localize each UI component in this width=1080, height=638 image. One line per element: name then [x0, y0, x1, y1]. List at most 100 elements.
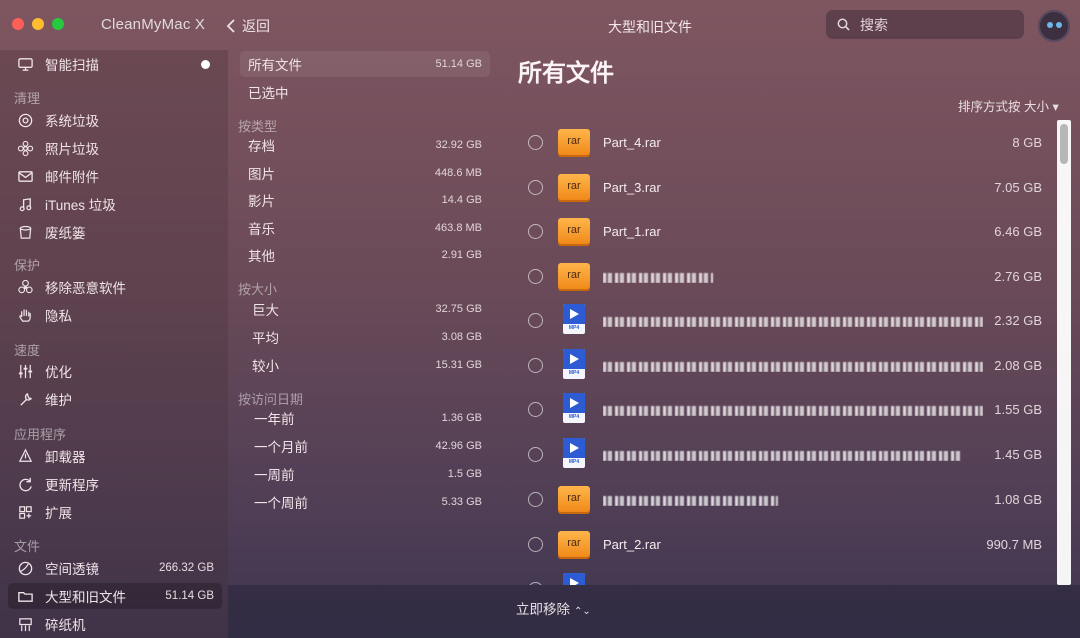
file-row[interactable]: rar Part_2.rar 990.7 MB: [508, 522, 1058, 566]
sidebar-item-privacy[interactable]: 隐私: [8, 302, 222, 328]
sidebar-item-malware-removal[interactable]: 移除恶意软件: [8, 274, 222, 300]
sidebar-item-label: 维护: [45, 393, 72, 408]
archive-file-icon: rar: [557, 260, 591, 292]
filter-value: 463.8 MB: [434, 222, 482, 234]
close-window-button[interactable]: [12, 18, 24, 30]
file-row[interactable]: MP4 2.32 GB: [508, 298, 1058, 342]
app-title: CleanMyMac X: [101, 16, 206, 33]
sidebar-item-uninstaller[interactable]: 卸载器: [8, 443, 222, 469]
section-cleanup: 清理: [14, 91, 41, 106]
sidebar-item-label: 更新程序: [45, 478, 99, 493]
sidebar-item-photo-junk[interactable]: 照片垃圾: [8, 135, 222, 161]
filter-value: 32.75 GB: [435, 303, 482, 315]
file-row-partial[interactable]: [508, 567, 1058, 585]
vertical-scrollbar[interactable]: [1057, 120, 1071, 585]
filter-value: 14.4 GB: [441, 194, 482, 206]
filter-label: 较小: [252, 359, 279, 374]
search-icon: [837, 18, 850, 31]
filter-label: 音乐: [248, 222, 275, 237]
page-title: 大型和旧文件: [608, 19, 692, 35]
filter-label: 图片: [248, 167, 275, 182]
sidebar-item-trash[interactable]: 废纸篓: [8, 219, 222, 245]
biohazard-icon: [16, 278, 34, 296]
filter-value: 15.31 GB: [435, 359, 482, 371]
file-size: 2.32 GB: [994, 312, 1042, 328]
select-checkbox[interactable]: [528, 446, 543, 462]
video-file-icon: [557, 573, 591, 585]
uninstaller-icon: [16, 447, 34, 465]
sidebar-item-smart-scan[interactable]: 智能扫描: [8, 51, 222, 77]
filter-date-month[interactable]: 一个月前 42.96 GB: [240, 433, 490, 459]
scrollbar-thumb[interactable]: [1060, 124, 1068, 164]
file-row[interactable]: MP4 2.08 GB: [508, 343, 1058, 387]
sidebar-item-space-lens[interactable]: 空间透镜 266.32 GB: [8, 555, 222, 581]
select-checkbox[interactable]: [528, 401, 543, 417]
archive-file-icon: rar: [557, 483, 591, 515]
filter-size-huge[interactable]: 巨大 32.75 GB: [240, 296, 490, 322]
filters-panel: 所有文件 51.14 GB 已选中 按类型 存档 32.92 GB 图片 448…: [228, 50, 498, 585]
remove-button[interactable]: 立即移除 ⌃⌄: [516, 598, 591, 618]
filter-all-files[interactable]: 所有文件 51.14 GB: [240, 51, 490, 77]
sidebar-item-maintenance[interactable]: 维护: [8, 386, 222, 412]
select-checkbox[interactable]: [528, 491, 543, 507]
file-row[interactable]: rar Part_1.rar 6.46 GB: [508, 209, 1058, 253]
maximize-window-button[interactable]: [52, 18, 64, 30]
filter-label: 一年前: [254, 412, 295, 427]
filter-size-small[interactable]: 较小 15.31 GB: [240, 352, 490, 378]
select-checkbox[interactable]: [528, 223, 543, 239]
filter-date-week[interactable]: 一周前 1.5 GB: [240, 461, 490, 487]
sidebar-item-mail-attachments[interactable]: 邮件附件: [8, 163, 222, 189]
file-row[interactable]: rar Part_3.rar 7.05 GB: [508, 165, 1058, 209]
select-checkbox[interactable]: [528, 179, 543, 195]
filter-label: 其他: [248, 249, 275, 264]
filter-date-week-alt[interactable]: 一个周前 5.33 GB: [240, 489, 490, 515]
file-size: 990.7 MB: [986, 536, 1042, 552]
main-title: 所有文件: [518, 60, 614, 87]
filter-label: 已选中: [248, 86, 289, 101]
select-checkbox[interactable]: [528, 357, 543, 373]
filter-size-average[interactable]: 平均 3.08 GB: [240, 324, 490, 350]
sidebar-item-extensions[interactable]: 扩展: [8, 499, 222, 525]
search-box[interactable]: [826, 10, 1024, 39]
select-checkbox[interactable]: [528, 134, 543, 150]
file-row[interactable]: rar Part_4.rar 8 GB: [508, 120, 1058, 164]
sidebar-item-label: 空间透镜: [45, 562, 99, 577]
file-row[interactable]: MP4 1.45 GB: [508, 432, 1058, 476]
back-button[interactable]: 返回: [226, 16, 270, 36]
sidebar-item-itunes-junk[interactable]: iTunes 垃圾: [8, 191, 222, 217]
filter-label: 存档: [248, 139, 275, 154]
file-row[interactable]: rar 2.76 GB: [508, 254, 1058, 298]
sidebar-item-shredder[interactable]: 碎纸机: [8, 611, 222, 637]
archive-file-icon: rar: [557, 215, 591, 247]
file-name: Part_4.rar: [603, 134, 661, 150]
sort-dropdown[interactable]: 排序方式按 大小 ▾: [958, 96, 1059, 115]
sidebar-item-label: 废纸篓: [45, 226, 86, 241]
select-checkbox[interactable]: [528, 536, 543, 552]
file-row[interactable]: MP4 1.55 GB: [508, 387, 1058, 431]
assistant-icon[interactable]: [1038, 10, 1070, 42]
section-protection: 保护: [14, 258, 41, 273]
file-row[interactable]: rar 1.08 GB: [508, 477, 1058, 521]
envelope-icon: [16, 167, 34, 185]
sidebar: 智能扫描 清理 系统垃圾 照片垃圾 邮件附件 iTunes 垃圾 废纸篓 保护 …: [0, 50, 228, 638]
sidebar-item-updater[interactable]: 更新程序: [8, 471, 222, 497]
sidebar-item-large-old-files[interactable]: 大型和旧文件 51.14 GB: [8, 583, 222, 609]
sidebar-item-optimization[interactable]: 优化: [8, 358, 222, 384]
filter-type-movies[interactable]: 影片 14.4 GB: [240, 187, 490, 213]
filter-date-year[interactable]: 一年前 1.36 GB: [240, 405, 490, 431]
sidebar-item-system-junk[interactable]: 系统垃圾: [8, 107, 222, 133]
bottom-bar: 立即移除 ⌃⌄: [228, 585, 1080, 638]
minimize-window-button[interactable]: [32, 18, 44, 30]
select-checkbox[interactable]: [528, 268, 543, 284]
search-input[interactable]: [858, 15, 1012, 34]
filter-type-archives[interactable]: 存档 32.92 GB: [240, 132, 490, 158]
select-checkbox[interactable]: [528, 312, 543, 328]
filter-type-pictures[interactable]: 图片 448.6 MB: [240, 160, 490, 186]
video-file-icon: MP4: [557, 438, 591, 470]
filter-type-music[interactable]: 音乐 463.8 MB: [240, 215, 490, 241]
file-name-redacted: [603, 269, 983, 283]
filter-selected[interactable]: 已选中: [240, 79, 490, 105]
lens-icon: [16, 559, 34, 577]
section-speed: 速度: [14, 343, 41, 358]
filter-type-other[interactable]: 其他 2.91 GB: [240, 242, 490, 268]
